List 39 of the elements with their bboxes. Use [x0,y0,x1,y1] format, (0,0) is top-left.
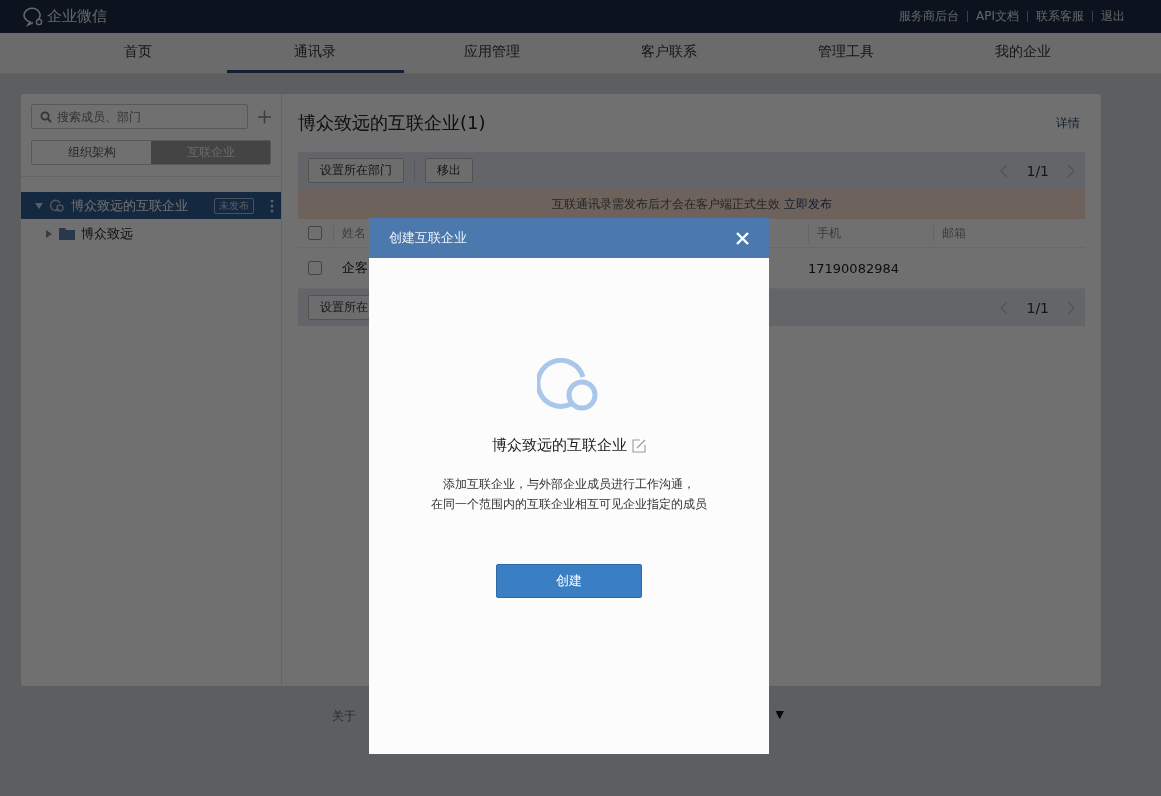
nav-tab[interactable]: 客户联系 [580,33,758,73]
checkbox[interactable] [308,261,322,275]
nav-tab[interactable]: 我的企业 [934,33,1111,73]
toolbar-button[interactable]: 移出 [425,158,473,183]
top-link[interactable]: 退出 [1101,8,1125,25]
dialog-title: 创建互联企业 [389,229,467,247]
details-link[interactable]: 详情 [1056,114,1080,132]
table-cell: 企客 [342,259,368,277]
tree-item[interactable]: 博众致远 [21,220,281,247]
page-indicator: 1/1 [1026,299,1049,316]
add-icon[interactable] [258,109,271,124]
toolbar-button[interactable]: 设置所在部门 [308,158,404,183]
company-name: 博众致远的互联企业 [492,436,627,455]
page-indicator: 1/1 [1026,162,1049,179]
checkbox[interactable] [308,226,322,240]
publish-link[interactable]: 立即发布 [783,195,832,213]
nav-tab[interactable]: 管理工具 [757,33,935,73]
page-title: 博众致远的互联企业(1) [298,111,486,135]
top-link[interactable]: 联系客服 [1036,8,1084,25]
logo-text: 企业微信 [47,7,107,26]
close-icon[interactable] [736,231,749,245]
create-button[interactable]: 创建 [496,564,642,598]
view-tab[interactable]: 组织架构 [32,141,151,164]
tree-label: 博众致远的互联企业 [71,196,188,215]
table-cell: 17190082984 [808,260,899,276]
folder-icon [59,227,75,240]
nav-tab[interactable]: 首页 [50,33,227,73]
top-link[interactable]: API文档 [976,8,1019,25]
nav-tab[interactable]: 通讯录 [226,33,404,73]
description-text: 添加互联企业，与外部企业成员进行工作沟通， 在同一个范围内的互联企业相互可见企业指定的成员 [431,476,707,513]
chat-bubble-icon [22,6,44,27]
search-icon [40,111,52,123]
edit-icon[interactable] [632,438,646,453]
expand-triangle-icon[interactable] [45,229,53,238]
top-link[interactable]: 服务商后台 [899,8,959,25]
notice-text: 互联通讯录需发布后才会在客户端正式生效 [551,195,780,213]
nav-tab[interactable]: 应用管理 [403,33,581,73]
tree-label: 博众致远 [81,224,133,243]
caret-icon[interactable]: ▼ [775,708,784,725]
